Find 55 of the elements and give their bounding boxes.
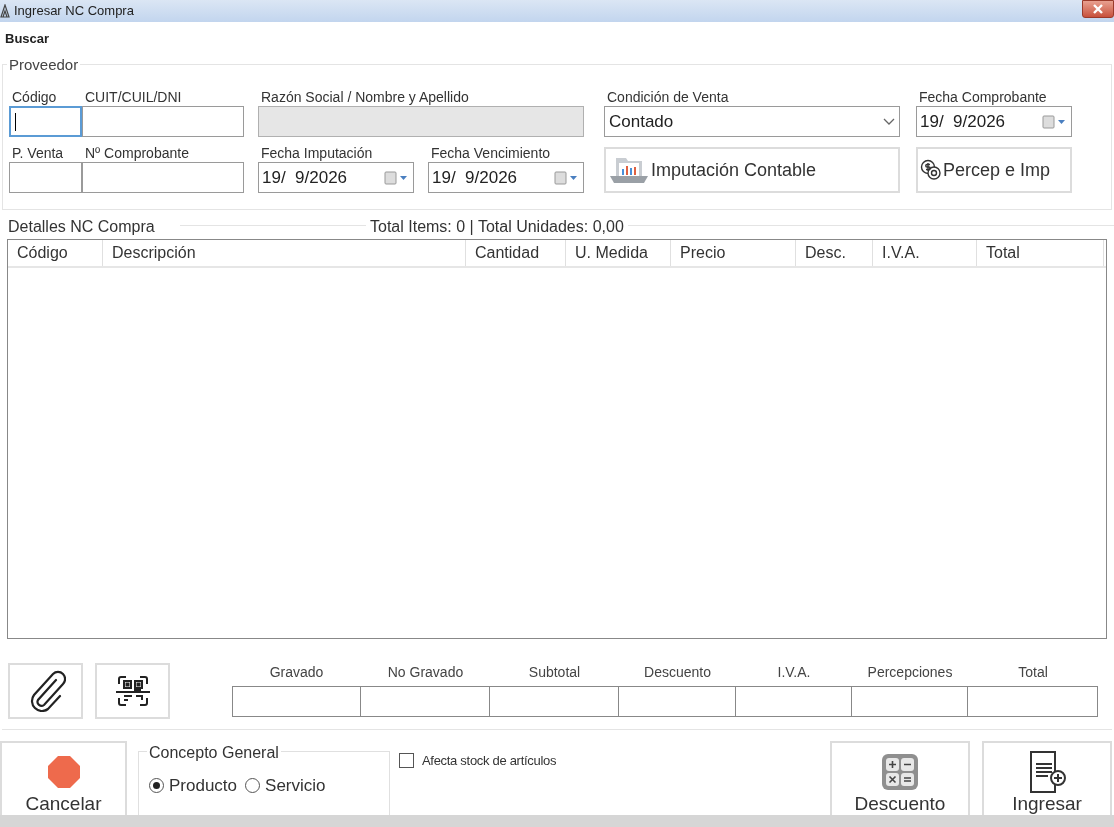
input-field[interactable] [9, 106, 82, 137]
input-field[interactable] [82, 162, 244, 193]
total-label: I.V.A. [776, 663, 812, 682]
column-header[interactable]: Código [8, 240, 103, 266]
date-picker[interactable]: 19/ 9/2026 [428, 162, 584, 193]
calendar-dropdown-icon [384, 169, 410, 186]
total-label: No Gravado [386, 663, 465, 682]
action-button[interactable]: Ingresar [982, 741, 1112, 815]
column-header[interactable]: Cantidad [466, 240, 566, 266]
action-button[interactable]: Cancelar [0, 741, 127, 815]
column-header[interactable]: U. Medida [566, 240, 671, 266]
input-field[interactable] [82, 106, 244, 137]
action-button[interactable]: Percep e Imp [916, 147, 1072, 193]
total-label: Percepciones [866, 663, 954, 682]
field-label: CUIT/CUIL/DNI [84, 88, 183, 106]
total-label: Gravado [268, 663, 325, 682]
field-label: Nº Comprobante [84, 144, 190, 162]
menu-item[interactable]: Buscar [5, 29, 50, 49]
field-label: P. Venta [11, 144, 65, 162]
date-picker[interactable]: 19/ 9/2026 [258, 162, 414, 193]
tool-button[interactable] [95, 663, 170, 719]
coins-icon [920, 159, 942, 181]
section-title: Detalles NC Compra [8, 217, 155, 237]
radio-option[interactable]: Producto [149, 773, 238, 799]
column-header[interactable]: Total [977, 240, 1104, 266]
field-label: Condición de Venta [606, 88, 730, 106]
window-title: Ingresar NC Compra [14, 2, 134, 21]
chevron-down-icon [883, 117, 895, 126]
field-label: Código [11, 88, 58, 106]
date-picker[interactable]: 19/ 9/2026 [916, 106, 1072, 137]
field-label: Fecha Vencimiento [430, 144, 552, 162]
close-button[interactable] [1082, 0, 1114, 18]
calendar-dropdown-icon [1042, 113, 1068, 130]
column-header[interactable]: Descripción [103, 240, 466, 266]
action-button[interactable]: Imputación Contable [604, 147, 900, 193]
app-icon [0, 4, 10, 18]
column-header[interactable]: I.V.A. [873, 240, 977, 266]
tool-button[interactable] [8, 663, 83, 719]
total-label: Total [1017, 663, 1049, 682]
close-icon [1092, 4, 1104, 14]
calendar-dropdown-icon [554, 169, 580, 186]
column-header[interactable]: Precio [671, 240, 796, 266]
column-header[interactable]: Desc. [796, 240, 873, 266]
total-label: Descuento [643, 663, 712, 682]
field-label: Fecha Comprobante [918, 88, 1048, 106]
field-label: Razón Social / Nombre y Apellido [260, 88, 470, 106]
dropdown-field[interactable]: Contado [604, 106, 900, 137]
stock-checkbox[interactable]: Afecta stock de artículos [399, 751, 557, 771]
calculator-icon [881, 752, 919, 792]
input-field[interactable] [9, 162, 82, 193]
radio-option[interactable]: Servicio [245, 773, 326, 799]
action-button[interactable]: Descuento [830, 741, 970, 815]
total-label: Subtotal [527, 663, 582, 682]
field-label: Fecha Imputación [260, 144, 374, 162]
document-add-icon [1027, 752, 1067, 792]
